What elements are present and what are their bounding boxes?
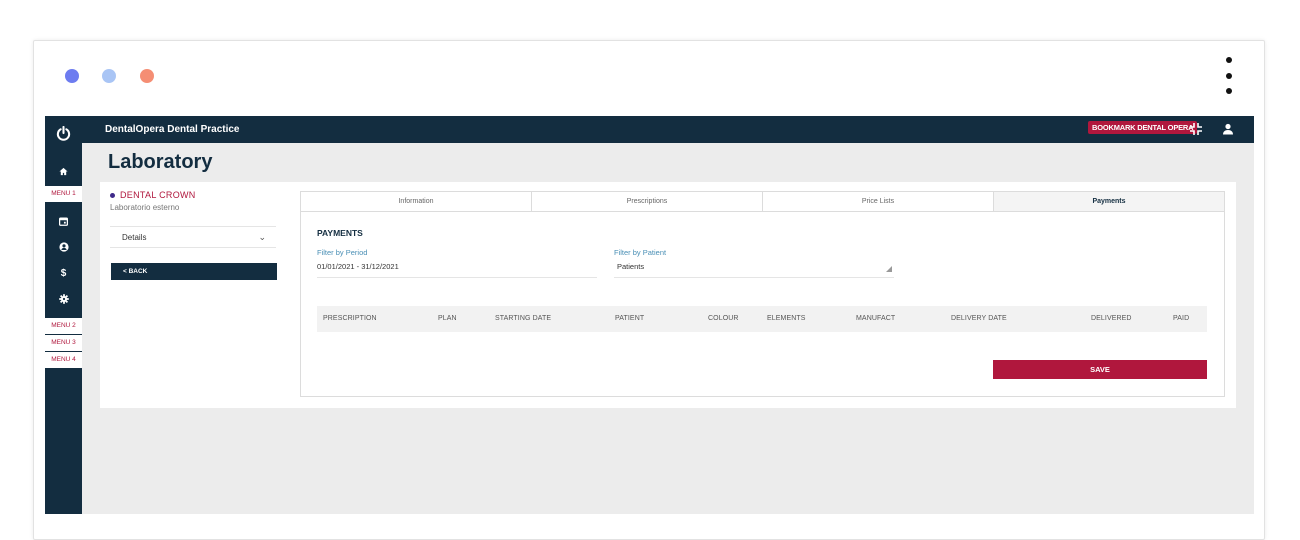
- app-window: DentalOpera Dental Practice BOOKMARK DEN…: [45, 116, 1254, 514]
- calendar-icon[interactable]: [45, 208, 82, 234]
- lab-name: DENTAL CROWN: [110, 190, 278, 200]
- sidebar-menu-4[interactable]: MENU 4: [45, 352, 82, 368]
- chevron-down-icon: ⌄: [258, 232, 266, 242]
- tab-information[interactable]: Information: [301, 192, 532, 211]
- sidebar-menu-2[interactable]: MENU 2: [45, 318, 82, 334]
- window-dot-blue: [65, 69, 79, 83]
- tab-price-lists[interactable]: Price Lists: [763, 192, 994, 211]
- sidebar-menu-1[interactable]: MENU 1: [45, 186, 82, 202]
- sidebar: MENU 1 $ MENU 2 MENU 3 MENU 4: [45, 116, 82, 514]
- period-filter-input[interactable]: 01/01/2021 - 31/12/2021: [317, 262, 597, 278]
- column-header: PATIENT: [615, 315, 645, 322]
- column-header: PRESCRIPTION: [323, 315, 377, 322]
- column-header: MANUFACT: [856, 315, 896, 322]
- payments-content: Information Prescriptions Price Lists Pa…: [300, 191, 1225, 397]
- practice-name: DentalOpera Dental Practice: [105, 124, 240, 135]
- page-title: Laboratory: [108, 151, 213, 173]
- column-header: DELIVERED: [1091, 315, 1132, 322]
- main-panel: DENTAL CROWN Laboratorio esterno Details…: [100, 182, 1236, 408]
- user-profile-icon[interactable]: [1220, 121, 1236, 137]
- patient-filter-label: Filter by Patient: [614, 248, 667, 257]
- details-dropdown[interactable]: Details ⌄: [110, 226, 276, 248]
- save-button[interactable]: SAVE: [993, 360, 1207, 379]
- status-dot-icon: [110, 192, 115, 198]
- column-header: DELIVERY DATE: [951, 315, 1007, 322]
- user-circle-icon[interactable]: [45, 234, 82, 260]
- column-header: ELEMENTS: [767, 315, 806, 322]
- top-bar: DentalOpera Dental Practice BOOKMARK DEN…: [45, 116, 1254, 143]
- payments-table-header: PRESCRIPTION PLAN STARTING DATE PATIENT …: [317, 306, 1207, 332]
- lab-info: DENTAL CROWN Laboratorio esterno Details…: [110, 190, 278, 280]
- tab-payments[interactable]: Payments: [994, 192, 1224, 211]
- lab-subtitle: Laboratorio esterno: [110, 203, 180, 212]
- column-header: COLOUR: [708, 315, 739, 322]
- back-button[interactable]: < BACK: [111, 263, 277, 280]
- dropdown-corner-icon: [886, 266, 892, 272]
- tab-bar: Information Prescriptions Price Lists Pa…: [301, 192, 1224, 212]
- gear-icon[interactable]: [45, 286, 82, 312]
- home-icon[interactable]: [45, 158, 82, 184]
- power-icon[interactable]: [45, 120, 82, 147]
- period-filter-label: Filter by Period: [317, 248, 368, 257]
- tab-prescriptions[interactable]: Prescriptions: [532, 192, 763, 211]
- dollar-icon[interactable]: $: [45, 260, 82, 286]
- kebab-menu-icon[interactable]: [1226, 57, 1232, 99]
- column-header: PAID: [1173, 315, 1190, 322]
- column-header: PLAN: [438, 315, 457, 322]
- fullscreen-icon[interactable]: [1188, 121, 1204, 137]
- window-dot-orange: [140, 69, 154, 83]
- column-header: STARTING DATE: [495, 315, 552, 322]
- patient-filter-select[interactable]: Patients: [614, 262, 894, 278]
- window-dot-lightblue: [102, 69, 116, 83]
- bookmark-button[interactable]: BOOKMARK DENTAL OPERA: [1088, 121, 1198, 134]
- section-title: PAYMENTS: [317, 228, 363, 238]
- sidebar-menu-3[interactable]: MENU 3: [45, 335, 82, 351]
